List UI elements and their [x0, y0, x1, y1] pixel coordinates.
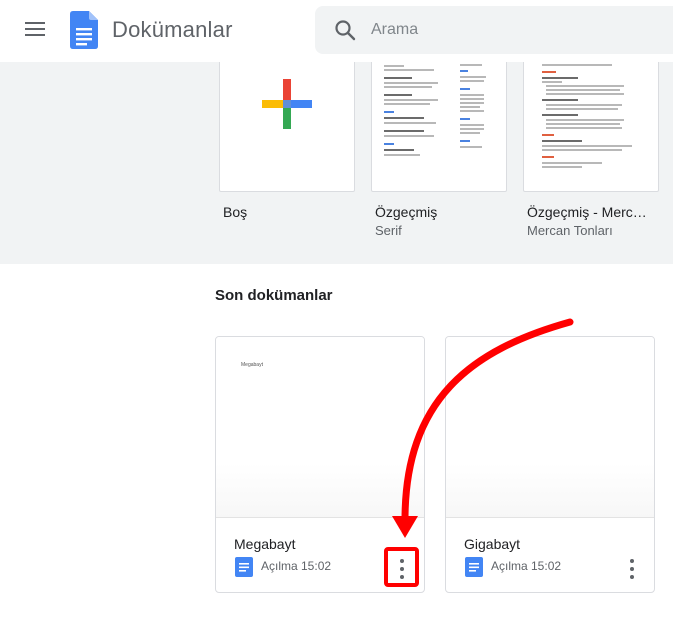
template-subtitle: Serif	[375, 223, 402, 238]
template-gallery: Boş Özgeçmiş Serif Özgeçmiş - Merc… Merc…	[0, 56, 673, 264]
app-title[interactable]: Dokümanlar	[112, 17, 233, 43]
recent-docs-heading: Son dokümanlar	[215, 287, 333, 304]
doc-preview[interactable]	[446, 337, 654, 518]
doc-title: Gigabayt	[464, 536, 521, 552]
template-thumbnail[interactable]	[523, 56, 659, 192]
doc-preview[interactable]: Megabayt	[216, 337, 424, 518]
more-vert-icon	[630, 575, 634, 579]
menu-icon-bar	[25, 28, 45, 30]
doc-title: Megabayt	[234, 536, 296, 552]
main-menu-button[interactable]	[22, 18, 48, 44]
docs-logo-icon[interactable]	[70, 11, 98, 49]
more-vert-icon	[630, 559, 634, 563]
search-box[interactable]	[315, 6, 673, 54]
template-name: Özgeçmiş	[375, 204, 438, 220]
menu-icon-bar	[25, 22, 45, 24]
annotation-highlight-box	[384, 547, 419, 587]
template-thumbnail[interactable]	[371, 56, 507, 192]
search-input[interactable]	[371, 18, 651, 42]
more-vert-icon	[630, 567, 634, 571]
doc-type-icon	[465, 557, 483, 577]
template-thumbnail[interactable]	[219, 56, 355, 192]
doc-preview-text: Megabayt	[241, 362, 263, 368]
doc-type-icon	[235, 557, 253, 577]
plus-icon	[262, 79, 312, 129]
search-icon[interactable]	[333, 18, 357, 42]
app-header: Dokümanlar	[0, 0, 673, 62]
doc-opened-time: Açılma 15:02	[261, 559, 332, 573]
more-options-button[interactable]	[618, 553, 646, 581]
template-name: Boş	[223, 204, 248, 220]
template-subtitle: Mercan Tonları	[527, 223, 613, 238]
template-name: Özgeçmiş - Merc…	[527, 204, 647, 220]
menu-icon-bar	[25, 34, 45, 36]
doc-opened-time: Açılma 15:02	[491, 559, 562, 573]
doc-card-gigabayt[interactable]: Gigabayt Açılma 15:02	[445, 336, 655, 593]
